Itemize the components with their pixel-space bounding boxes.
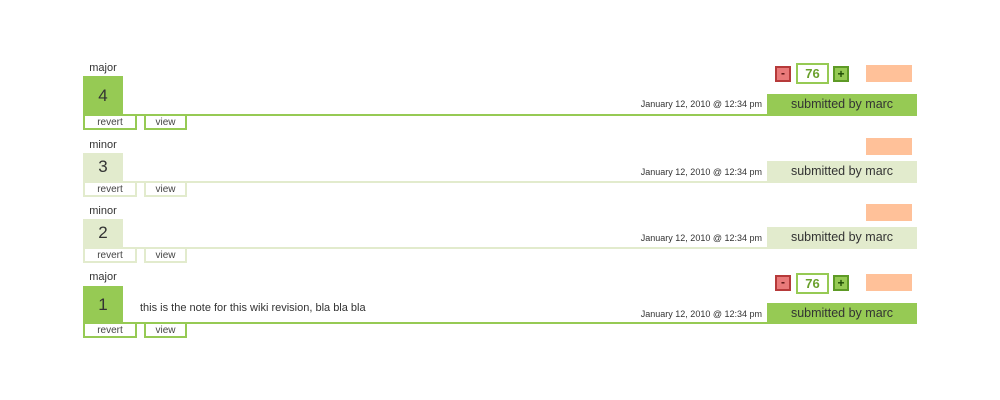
vote-up-button[interactable]: + — [833, 66, 849, 82]
status-indicator — [866, 65, 912, 82]
submitted-by-label: submitted by marc — [767, 227, 917, 247]
revision-number: 4 — [83, 76, 123, 115]
revision-type-label: major — [89, 62, 117, 74]
submitted-by-label: submitted by marc — [767, 161, 917, 181]
revision-divider — [83, 181, 917, 183]
revert-button[interactable]: revert — [83, 183, 137, 197]
revision-date: January 12, 2010 @ 12:34 pm — [640, 233, 762, 243]
submitted-by-label: submitted by marc — [767, 94, 917, 114]
vote-score: 76 — [796, 63, 829, 84]
revert-button[interactable]: revert — [83, 116, 137, 130]
revision-note: this is the note for this wiki revision,… — [140, 302, 366, 314]
revision-date: January 12, 2010 @ 12:34 pm — [640, 309, 762, 319]
revision-number: 2 — [83, 219, 123, 247]
view-button[interactable]: view — [144, 324, 187, 338]
revision-number: 3 — [83, 153, 123, 181]
vote-up-button[interactable]: + — [833, 275, 849, 291]
status-indicator — [866, 274, 912, 291]
view-button[interactable]: view — [144, 116, 187, 130]
revert-button[interactable]: revert — [83, 249, 137, 263]
view-button[interactable]: view — [144, 249, 187, 263]
revision-type-label: minor — [89, 139, 117, 151]
revision-row: minor 3 January 12, 2010 @ 12:34 pm subm… — [83, 138, 917, 199]
revision-divider — [83, 114, 917, 116]
revision-date: January 12, 2010 @ 12:34 pm — [640, 99, 762, 109]
revision-type-label: major — [89, 271, 117, 283]
revision-divider — [83, 322, 917, 324]
revision-date: January 12, 2010 @ 12:34 pm — [640, 167, 762, 177]
revision-divider — [83, 247, 917, 249]
status-indicator — [866, 138, 912, 155]
revision-number: 1 — [83, 286, 123, 323]
vote-down-button[interactable]: - — [775, 66, 791, 82]
revision-type-label: minor — [89, 205, 117, 217]
revision-row: major 4 January 12, 2010 @ 12:34 pm - 76… — [83, 62, 917, 132]
submitted-by-label: submitted by marc — [767, 303, 917, 323]
status-indicator — [866, 204, 912, 221]
revert-button[interactable]: revert — [83, 324, 137, 338]
revision-row: major 1 this is the note for this wiki r… — [83, 271, 917, 343]
view-button[interactable]: view — [144, 183, 187, 197]
vote-score: 76 — [796, 273, 829, 294]
vote-down-button[interactable]: - — [775, 275, 791, 291]
revision-row: minor 2 January 12, 2010 @ 12:34 pm subm… — [83, 204, 917, 265]
